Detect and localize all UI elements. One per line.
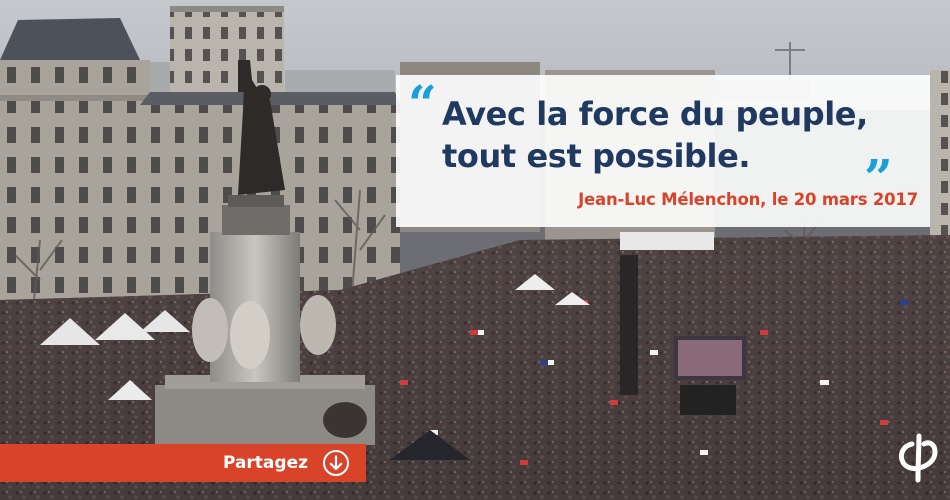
arrow-down-circle-icon <box>323 450 349 476</box>
share-button[interactable]: Partagez <box>0 444 366 482</box>
quote-text: Avec la force du peuple, tout est possib… <box>442 95 868 175</box>
quote-author: Jean-Luc Mélenchon, le 20 mars 2017 <box>578 190 918 209</box>
quote-open-mark: “ <box>408 74 437 133</box>
share-button-label: Partagez <box>222 453 308 473</box>
phi-logo-icon[interactable] <box>897 432 941 484</box>
quote-card: “ Avec la force du peuple, tout est poss… <box>396 75 930 227</box>
